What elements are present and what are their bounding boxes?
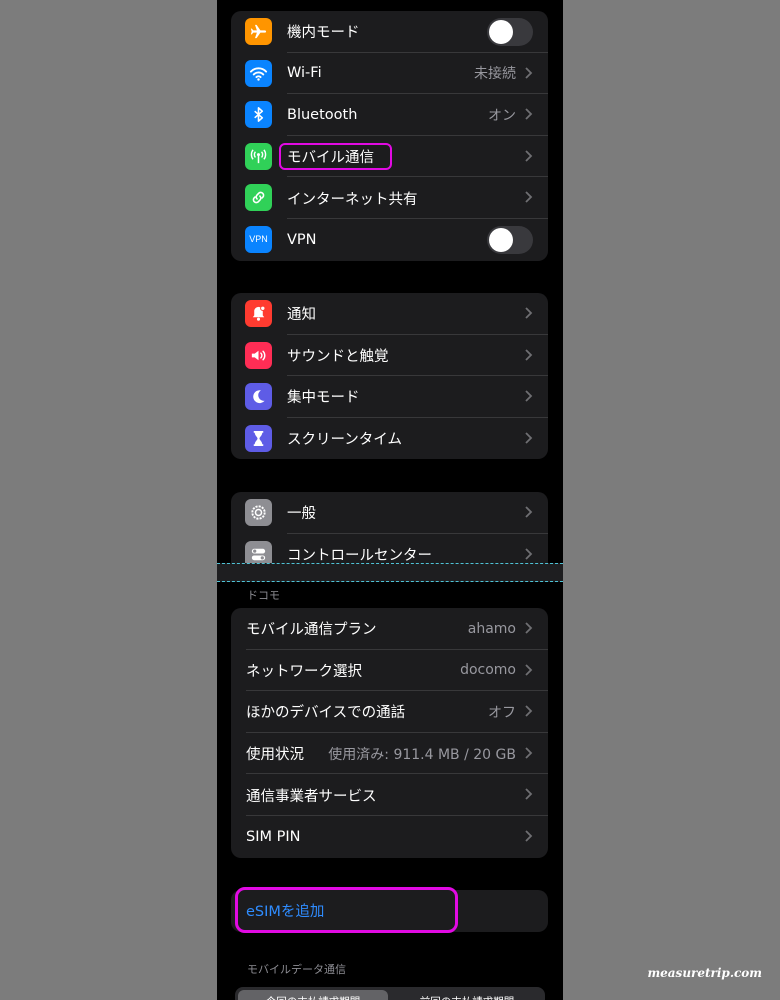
usage-value: 使用済み: 911.4 MB / 20 GB xyxy=(328,746,516,763)
chevron-right-icon xyxy=(525,663,533,676)
sounds-label: サウンドと触覚 xyxy=(287,348,389,365)
billing-period-segmented-control: 今回の支払請求期間 前回の支払請求期間 xyxy=(235,987,545,1000)
general-label: 一般 xyxy=(287,506,316,523)
vpn-toggle[interactable] xyxy=(487,225,533,254)
sim-pin-label: SIM PIN xyxy=(246,828,301,845)
chevron-right-icon xyxy=(525,622,533,634)
vpn-label: VPN xyxy=(287,231,317,248)
hotspot-row[interactable]: インターネット共有 xyxy=(231,177,548,219)
antenna-icon xyxy=(245,142,272,170)
seam-line-bottom xyxy=(217,581,563,582)
chevron-right-icon xyxy=(525,747,533,759)
notifications-label: 通知 xyxy=(287,307,316,324)
chevron-right-icon xyxy=(525,547,533,560)
calls-other-devices-value: オフ xyxy=(488,704,516,721)
carrier-services-row[interactable]: 通信事業者サービス xyxy=(231,774,548,816)
chevron-right-icon xyxy=(525,307,533,319)
carrier-section-header: ドコモ xyxy=(247,589,280,602)
vpn-row[interactable]: VPN VPN xyxy=(231,219,548,261)
toggle-knob xyxy=(489,20,513,44)
link-icon xyxy=(245,184,272,212)
bluetooth-label: Bluetooth xyxy=(287,106,358,123)
cellular-plan-row[interactable]: モバイル通信プラン ahamo xyxy=(231,608,548,650)
screen-time-row[interactable]: スクリーンタイム xyxy=(231,418,548,460)
calls-other-devices-row[interactable]: ほかのデバイスでの通話 オフ xyxy=(231,691,548,733)
hotspot-label: インターネット共有 xyxy=(287,191,418,208)
calls-other-devices-label: ほかのデバイスでの通話 xyxy=(246,705,406,722)
cellular-plan-value: ahamo xyxy=(467,620,516,637)
chevron-right-icon xyxy=(525,830,533,842)
control-center-label: コントロールセンター xyxy=(287,547,432,564)
carrier-services-label: 通信事業者サービス xyxy=(246,788,377,805)
vpn-icon-text: VPN xyxy=(249,234,268,245)
add-esim-highlight xyxy=(235,887,458,933)
chevron-right-icon xyxy=(525,705,533,717)
wifi-status: 未接続 xyxy=(474,66,516,83)
general-row[interactable]: 一般 xyxy=(231,492,548,534)
watermark: measuretrip.com xyxy=(647,966,762,980)
airplane-mode-toggle[interactable] xyxy=(487,18,533,46)
gear-icon xyxy=(245,499,272,526)
focus-row[interactable]: 集中モード xyxy=(231,376,548,418)
network-selection-row[interactable]: ネットワーク選択 docomo xyxy=(231,650,548,692)
network-selection-value: docomo xyxy=(460,662,516,679)
airplane-icon xyxy=(245,18,272,45)
bluetooth-icon xyxy=(245,101,272,129)
sounds-row[interactable]: サウンドと触覚 xyxy=(231,335,548,377)
vpn-icon: VPN xyxy=(245,225,272,253)
current-period-segment[interactable]: 今回の支払請求期間 xyxy=(238,990,388,1000)
previous-period-segment[interactable]: 前回の支払請求期間 xyxy=(392,990,542,1000)
airplane-mode-row[interactable]: 機内モード xyxy=(231,11,548,53)
chevron-right-icon xyxy=(525,108,533,120)
chevron-right-icon xyxy=(525,66,533,79)
usage-row[interactable]: 使用状況 使用済み: 911.4 MB / 20 GB xyxy=(231,733,548,775)
chevron-right-icon xyxy=(525,150,533,162)
mobile-data-section-header: モバイルデータ通信 xyxy=(247,963,346,976)
seam-line-top xyxy=(217,563,563,564)
hourglass-icon xyxy=(245,424,272,452)
chevron-right-icon xyxy=(525,191,533,204)
chevron-right-icon xyxy=(525,348,533,361)
notifications-group: 通知 サウンドと触覚 集中モード スクリーンタイム xyxy=(231,293,548,460)
chevron-right-icon xyxy=(525,506,533,518)
connectivity-group: 機内モード Wi-Fi 未接続 Bluetooth オン モバイル通信 インター… xyxy=(231,11,548,261)
notifications-row[interactable]: 通知 xyxy=(231,293,548,335)
chevron-right-icon xyxy=(525,432,533,444)
wifi-icon xyxy=(245,59,272,87)
speaker-icon xyxy=(245,341,272,369)
toggle-knob xyxy=(489,227,513,252)
chevron-right-icon xyxy=(525,788,533,801)
mobile-data-highlight xyxy=(279,143,392,170)
bluetooth-status: オン xyxy=(488,107,516,124)
wifi-row[interactable]: Wi-Fi 未接続 xyxy=(231,53,548,95)
phone-screen: 機内モード Wi-Fi 未接続 Bluetooth オン モバイル通信 インター… xyxy=(217,0,563,1000)
screen-time-label: スクリーンタイム xyxy=(287,432,402,449)
screenshot-seam xyxy=(217,563,563,582)
sim-pin-row[interactable]: SIM PIN xyxy=(231,816,548,858)
bell-icon xyxy=(245,300,272,327)
chevron-right-icon xyxy=(525,390,533,402)
moon-icon xyxy=(245,383,272,411)
airplane-mode-label: 機内モード xyxy=(287,25,360,42)
bluetooth-row[interactable]: Bluetooth オン xyxy=(231,94,548,136)
focus-label: 集中モード xyxy=(287,390,360,407)
carrier-group: モバイル通信プラン ahamo ネットワーク選択 docomo ほかのデバイスで… xyxy=(231,608,548,858)
